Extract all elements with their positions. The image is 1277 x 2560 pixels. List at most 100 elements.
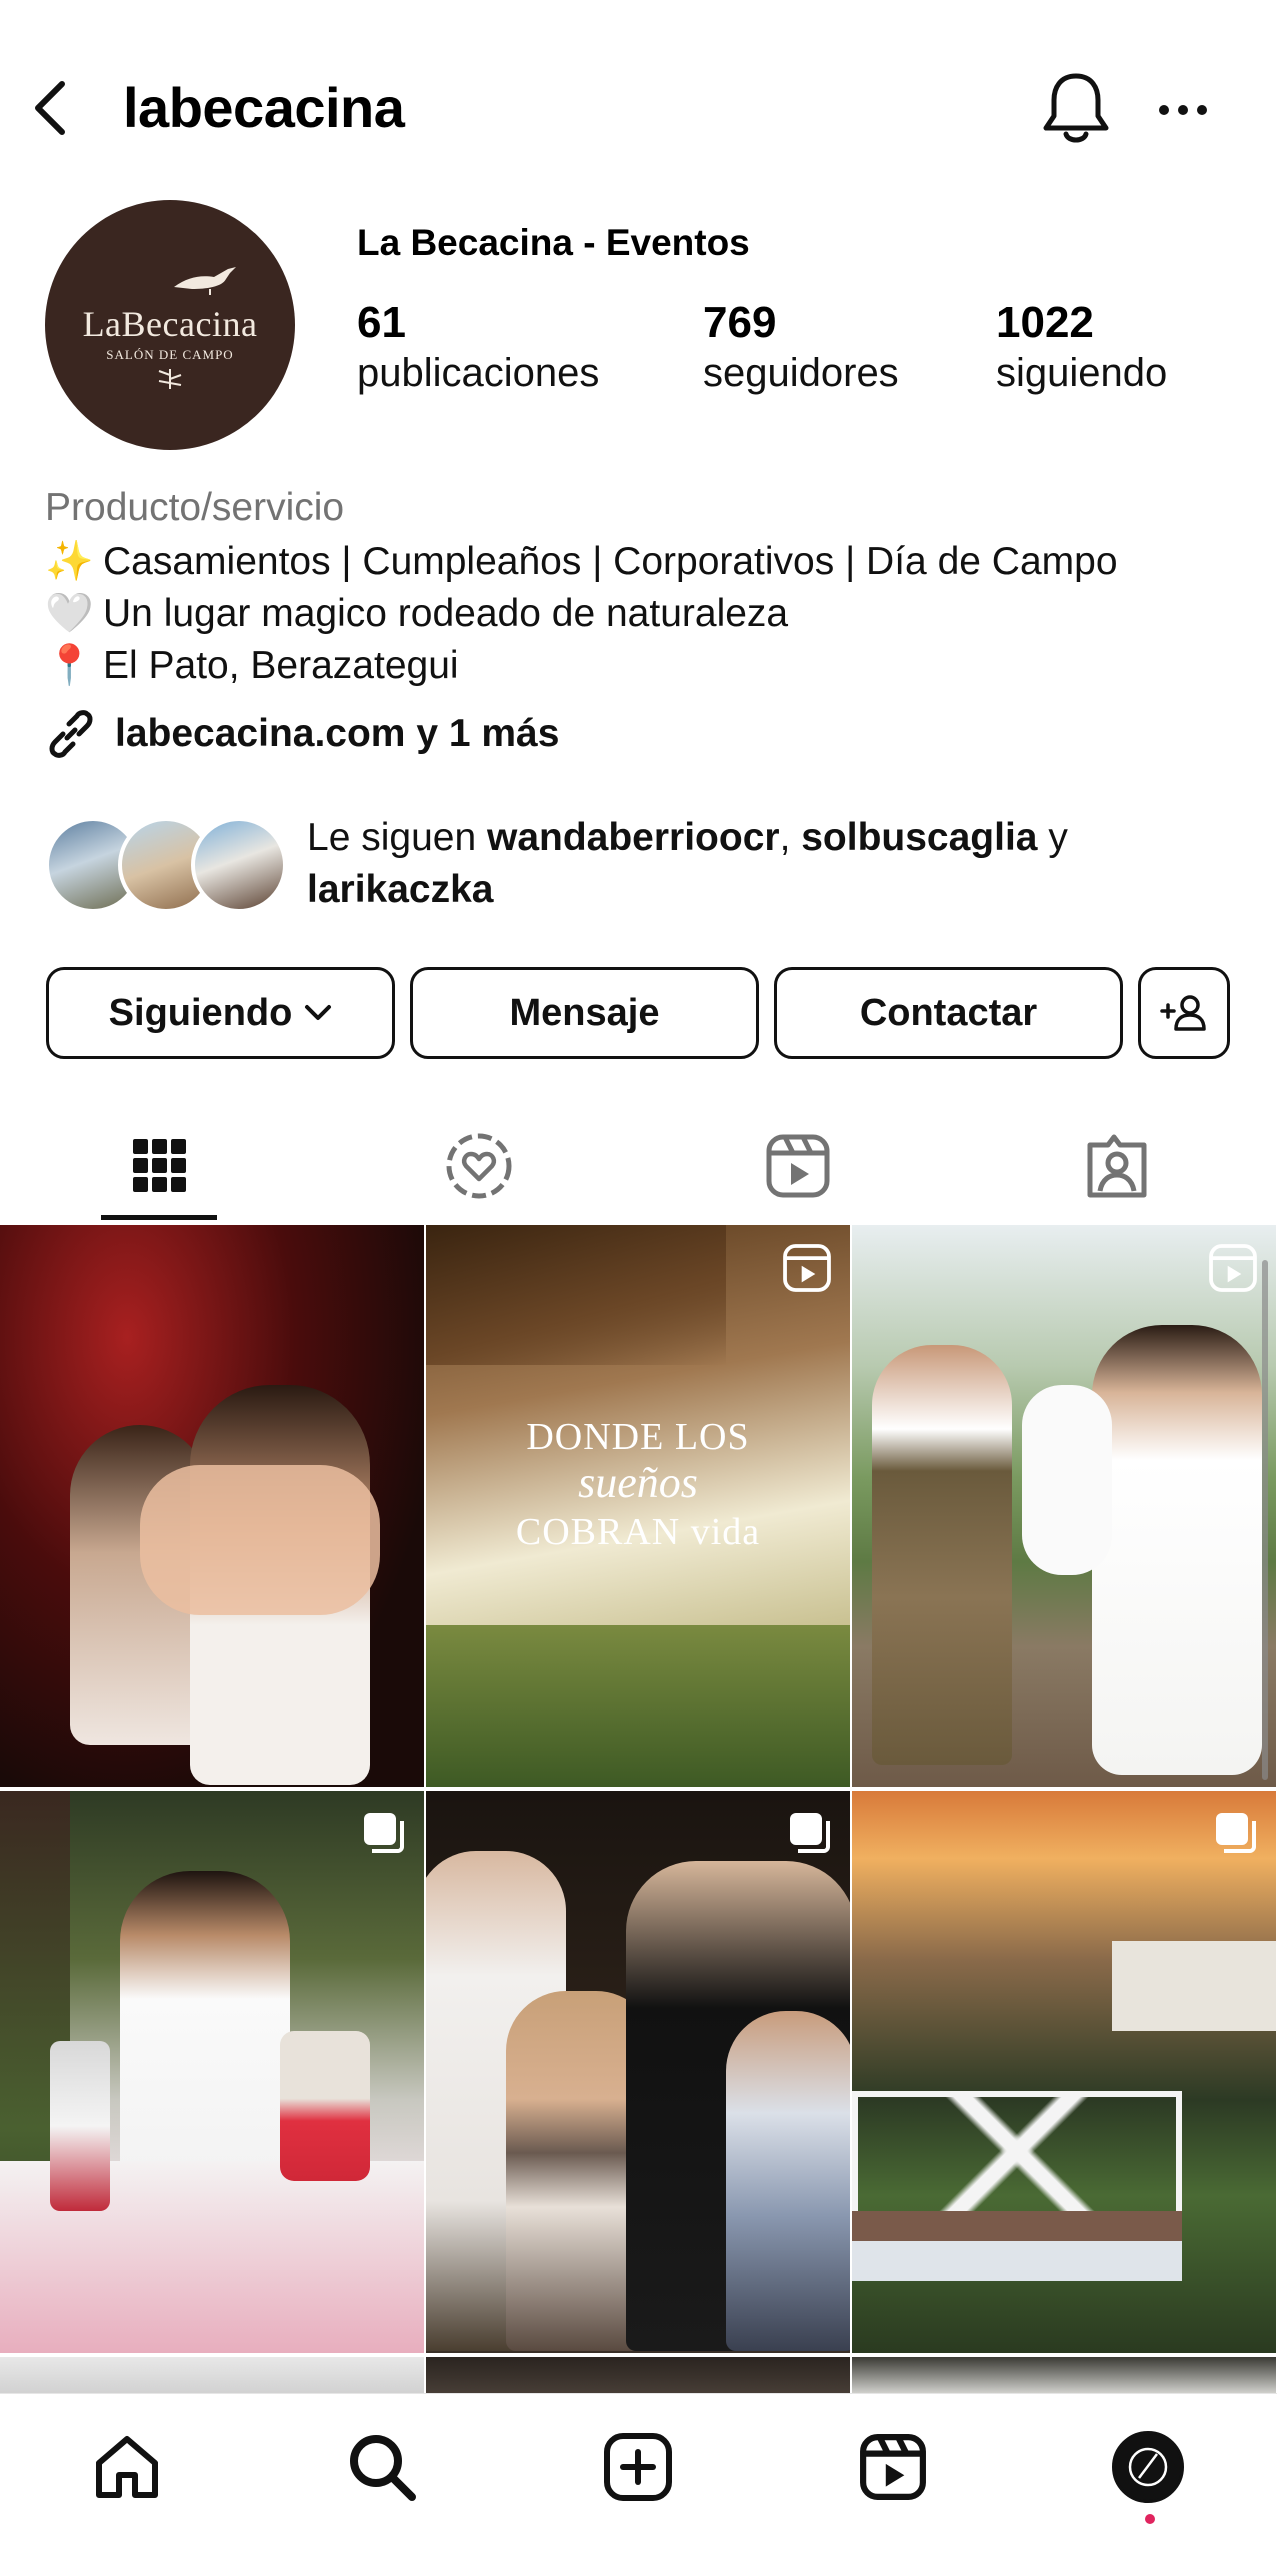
avatar bbox=[191, 817, 287, 913]
plus-square-icon bbox=[604, 2433, 672, 2501]
nav-profile[interactable] bbox=[1103, 2422, 1193, 2512]
tab-highlights[interactable] bbox=[319, 1110, 638, 1222]
bird-logo-icon bbox=[174, 267, 236, 295]
post-thumbnail[interactable] bbox=[852, 1791, 1276, 2353]
post-thumbnail[interactable] bbox=[0, 1791, 424, 2353]
reel-badge bbox=[782, 1243, 832, 1298]
bio-line: 🤍 Un lugar magico rodeado de naturaleza bbox=[45, 590, 788, 636]
avatar-logo-subtext: SALÓN DE CAMPO bbox=[106, 347, 234, 362]
post-thumbnail[interactable] bbox=[0, 1225, 424, 1787]
sparkles-icon: ✨ bbox=[45, 540, 94, 583]
profile-category: Producto/servicio bbox=[45, 486, 345, 529]
carousel-badge bbox=[786, 1809, 832, 1860]
stat-followers-value: 769 bbox=[703, 298, 777, 347]
tagged-user-icon bbox=[1087, 1134, 1146, 1198]
message-button-label: Mensaje bbox=[509, 991, 660, 1034]
leaf-ornament-icon bbox=[158, 369, 182, 389]
more-icon bbox=[1159, 105, 1207, 115]
stat-following[interactable]: 1022 siguiendo bbox=[996, 298, 1167, 397]
nav-search[interactable] bbox=[337, 2422, 427, 2512]
mutual-followers[interactable]: Le siguen wandaberrioocr, solbuscaglia y… bbox=[45, 812, 1245, 922]
active-tab-indicator bbox=[101, 1215, 217, 1220]
nav-create[interactable] bbox=[593, 2422, 683, 2512]
reel-badge bbox=[1208, 1243, 1258, 1298]
tab-tagged[interactable] bbox=[957, 1110, 1276, 1222]
contact-button[interactable]: Contactar bbox=[774, 967, 1123, 1059]
bell-icon bbox=[1043, 73, 1109, 143]
post-caption-line: COBRAN vida bbox=[515, 1511, 761, 1553]
carousel-badge bbox=[1212, 1809, 1258, 1860]
mutual-followers-text: Le siguen wandaberrioocr, solbuscaglia y… bbox=[307, 812, 1207, 916]
carousel-icon bbox=[364, 1813, 404, 1853]
bio-line: 📍 El Pato, Berazategui bbox=[45, 642, 459, 688]
bio-line-text: Casamientos | Cumpleaños | Corporativos … bbox=[103, 540, 1118, 583]
post-thumbnail[interactable] bbox=[852, 2357, 1276, 2397]
profile-link[interactable]: labecacina.com y 1 más bbox=[45, 708, 559, 760]
followed-prefix: Le siguen bbox=[307, 816, 487, 859]
chevron-left-icon bbox=[35, 81, 65, 135]
profile-display-name: La Becacina - Eventos bbox=[357, 222, 750, 263]
following-button-label: Siguiendo bbox=[108, 991, 293, 1034]
nav-home[interactable] bbox=[82, 2422, 172, 2512]
stat-posts-value: 61 bbox=[357, 298, 406, 347]
post-thumbnail[interactable]: DONDE LOS sueños COBRAN vida bbox=[426, 1225, 850, 1787]
home-icon bbox=[96, 2436, 158, 2498]
post-caption-line: DONDE LOS bbox=[526, 1416, 750, 1458]
post-thumbnail[interactable] bbox=[426, 2357, 850, 2397]
profile-username: labecacina bbox=[123, 76, 405, 139]
tab-reels[interactable] bbox=[638, 1110, 957, 1222]
notifications-button[interactable] bbox=[1040, 70, 1112, 148]
add-user-icon bbox=[1160, 995, 1206, 1031]
post-thumbnail[interactable] bbox=[852, 1225, 1276, 1787]
stat-followers[interactable]: 769 seguidores bbox=[703, 298, 899, 397]
scrollbar[interactable] bbox=[1262, 1260, 1268, 1780]
carousel-badge bbox=[360, 1809, 406, 1860]
stat-following-label: siguiendo bbox=[996, 350, 1168, 395]
dashed-heart-circle-icon bbox=[446, 1133, 511, 1199]
follower-username[interactable]: solbuscaglia bbox=[801, 816, 1037, 859]
chevron-down-icon bbox=[305, 1005, 332, 1020]
notification-dot bbox=[1145, 2514, 1155, 2524]
back-button[interactable] bbox=[28, 68, 88, 148]
more-options-button[interactable] bbox=[1148, 80, 1218, 140]
profile-logo-icon bbox=[1128, 2447, 1168, 2487]
follower-username[interactable]: larikaczka bbox=[307, 868, 494, 911]
post-thumbnail[interactable] bbox=[0, 2357, 424, 2397]
carousel-icon bbox=[790, 1813, 830, 1853]
following-button[interactable]: Siguiendo bbox=[46, 967, 395, 1059]
contact-button-label: Contactar bbox=[859, 991, 1038, 1034]
profile-avatar[interactable]: LaBecacina SALÓN DE CAMPO bbox=[45, 200, 295, 450]
stat-followers-label: seguidores bbox=[703, 350, 899, 395]
reels-icon bbox=[1209, 1244, 1257, 1292]
message-button[interactable]: Mensaje bbox=[410, 967, 759, 1059]
pin-icon: 📍 bbox=[45, 644, 94, 687]
grid-icon bbox=[132, 1139, 186, 1192]
avatar bbox=[1112, 2431, 1184, 2503]
carousel-icon bbox=[1216, 1813, 1256, 1853]
reels-icon bbox=[783, 1244, 831, 1292]
suggested-users-button[interactable] bbox=[1138, 967, 1230, 1059]
followed-separator: , bbox=[779, 816, 802, 859]
white-heart-icon: 🤍 bbox=[45, 592, 94, 635]
reels-icon bbox=[766, 1134, 829, 1198]
top-bar: labecacina bbox=[0, 0, 1277, 200]
profile-link-text: labecacina.com y 1 más bbox=[115, 712, 560, 755]
bio-line-text: El Pato, Berazategui bbox=[103, 644, 459, 687]
stat-posts[interactable]: 61 publicaciones bbox=[357, 298, 599, 397]
stat-following-value: 1022 bbox=[996, 298, 1094, 347]
bottom-navigation bbox=[0, 2393, 1277, 2560]
tab-posts-grid[interactable] bbox=[0, 1110, 319, 1222]
bio-line: ✨ Casamientos | Cumpleaños | Corporativos… bbox=[45, 538, 1118, 584]
follower-username[interactable]: wandaberrioocr bbox=[487, 816, 780, 859]
avatar-logo-text: LaBecacina bbox=[82, 304, 258, 344]
nav-reels[interactable] bbox=[848, 2422, 938, 2512]
post-caption-line: sueños bbox=[578, 1458, 698, 1507]
profile-tabs bbox=[0, 1110, 1277, 1222]
link-icon bbox=[49, 710, 93, 758]
mutual-followers-avatars bbox=[45, 817, 295, 913]
followed-conjunction: y bbox=[1037, 816, 1068, 859]
bio-line-text: Un lugar magico rodeado de naturaleza bbox=[103, 592, 789, 635]
stat-posts-label: publicaciones bbox=[357, 350, 600, 395]
post-thumbnail[interactable] bbox=[426, 1791, 850, 2353]
search-icon bbox=[350, 2435, 416, 2501]
